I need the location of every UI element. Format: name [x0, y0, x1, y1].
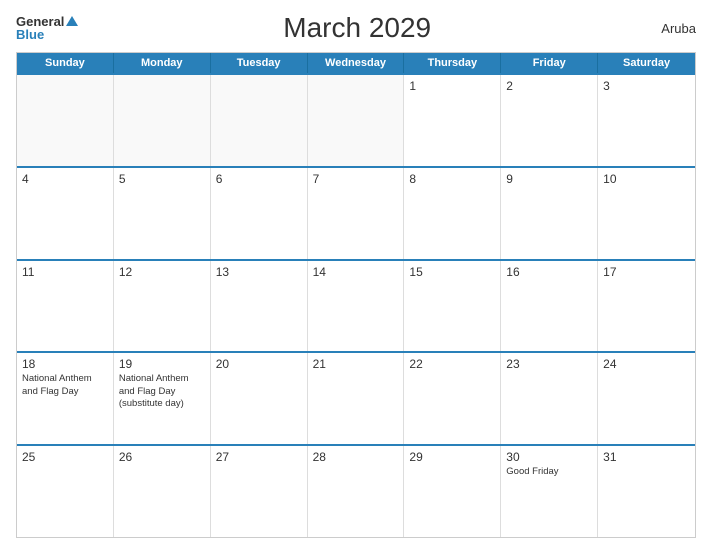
- event-label: National Anthem and Flag Day (substitute…: [119, 373, 205, 410]
- calendar-cell: [308, 75, 405, 166]
- calendar-cell: 28: [308, 446, 405, 537]
- calendar-cell: 3: [598, 75, 695, 166]
- day-number: 25: [22, 450, 108, 464]
- calendar-cell: 20: [211, 353, 308, 444]
- calendar-cell: 31: [598, 446, 695, 537]
- day-number: 20: [216, 357, 302, 371]
- calendar-row-0: 123: [17, 73, 695, 166]
- day-number: 17: [603, 265, 690, 279]
- calendar-cell: 8: [404, 168, 501, 259]
- calendar-cell: 25: [17, 446, 114, 537]
- calendar-cell: 16: [501, 261, 598, 352]
- calendar-cell: 15: [404, 261, 501, 352]
- day-number: 4: [22, 172, 108, 186]
- col-header-thursday: Thursday: [404, 53, 501, 73]
- calendar-cell: 22: [404, 353, 501, 444]
- day-number: 19: [119, 357, 205, 371]
- calendar-cell: 14: [308, 261, 405, 352]
- calendar: SundayMondayTuesdayWednesdayThursdayFrid…: [16, 52, 696, 538]
- col-header-tuesday: Tuesday: [211, 53, 308, 73]
- logo: General Blue: [16, 15, 78, 41]
- day-number: 12: [119, 265, 205, 279]
- day-number: 23: [506, 357, 592, 371]
- calendar-header-row: SundayMondayTuesdayWednesdayThursdayFrid…: [17, 53, 695, 73]
- calendar-cell: 24: [598, 353, 695, 444]
- day-number: 28: [313, 450, 399, 464]
- day-number: 30: [506, 450, 592, 464]
- logo-triangle-icon: [66, 16, 78, 26]
- day-number: 24: [603, 357, 690, 371]
- calendar-cell: 17: [598, 261, 695, 352]
- event-label: Good Friday: [506, 466, 592, 478]
- calendar-cell: [17, 75, 114, 166]
- day-number: 5: [119, 172, 205, 186]
- calendar-cell: 2: [501, 75, 598, 166]
- calendar-cell: 29: [404, 446, 501, 537]
- day-number: 31: [603, 450, 690, 464]
- country-label: Aruba: [636, 21, 696, 36]
- day-number: 15: [409, 265, 495, 279]
- calendar-cell: 9: [501, 168, 598, 259]
- calendar-cell: 27: [211, 446, 308, 537]
- calendar-cell: 11: [17, 261, 114, 352]
- day-number: 14: [313, 265, 399, 279]
- calendar-cell: 6: [211, 168, 308, 259]
- calendar-row-3: 18 National Anthem and Flag Day 19 National…: [17, 351, 695, 444]
- day-number: 3: [603, 79, 690, 93]
- day-number: 7: [313, 172, 399, 186]
- day-number: 1: [409, 79, 495, 93]
- col-header-saturday: Saturday: [598, 53, 695, 73]
- calendar-cell: 1: [404, 75, 501, 166]
- calendar-row-1: 456789 10: [17, 166, 695, 259]
- day-number: 8: [409, 172, 495, 186]
- calendar-cell: [114, 75, 211, 166]
- calendar-cell: 7: [308, 168, 405, 259]
- calendar-cell: 19 National Anthem and Flag Day (substitu…: [114, 353, 211, 444]
- day-number: 26: [119, 450, 205, 464]
- day-number: 2: [506, 79, 592, 93]
- calendar-cell: 26: [114, 446, 211, 537]
- calendar-row-2: 11 12 13 14 15 16 17: [17, 259, 695, 352]
- col-header-sunday: Sunday: [17, 53, 114, 73]
- calendar-title: March 2029: [78, 12, 636, 44]
- calendar-cell: 21: [308, 353, 405, 444]
- calendar-cell: 5: [114, 168, 211, 259]
- day-number: 27: [216, 450, 302, 464]
- day-number: 21: [313, 357, 399, 371]
- calendar-cell: 30 Good Friday: [501, 446, 598, 537]
- day-number: 16: [506, 265, 592, 279]
- logo-blue-text: Blue: [16, 28, 44, 41]
- calendar-cell: 23: [501, 353, 598, 444]
- day-number: 29: [409, 450, 495, 464]
- day-number: 13: [216, 265, 302, 279]
- col-header-monday: Monday: [114, 53, 211, 73]
- calendar-cell: 18 National Anthem and Flag Day: [17, 353, 114, 444]
- day-number: 22: [409, 357, 495, 371]
- day-number: 10: [603, 172, 690, 186]
- calendar-body: 123456789101112131415161718National Anth…: [17, 73, 695, 537]
- day-number: 6: [216, 172, 302, 186]
- col-header-wednesday: Wednesday: [308, 53, 405, 73]
- day-number: 9: [506, 172, 592, 186]
- event-label: National Anthem and Flag Day: [22, 373, 108, 398]
- calendar-cell: 4: [17, 168, 114, 259]
- header: General Blue March 2029 Aruba: [16, 12, 696, 44]
- day-number: 11: [22, 265, 108, 279]
- page: General Blue March 2029 Aruba SundayMond…: [0, 0, 712, 550]
- calendar-cell: [211, 75, 308, 166]
- calendar-cell: 13: [211, 261, 308, 352]
- calendar-cell: 12: [114, 261, 211, 352]
- calendar-row-4: 25 26 27 28 29 30 Good Friday 31: [17, 444, 695, 537]
- col-header-friday: Friday: [501, 53, 598, 73]
- calendar-cell: 10: [598, 168, 695, 259]
- day-number: 18: [22, 357, 108, 371]
